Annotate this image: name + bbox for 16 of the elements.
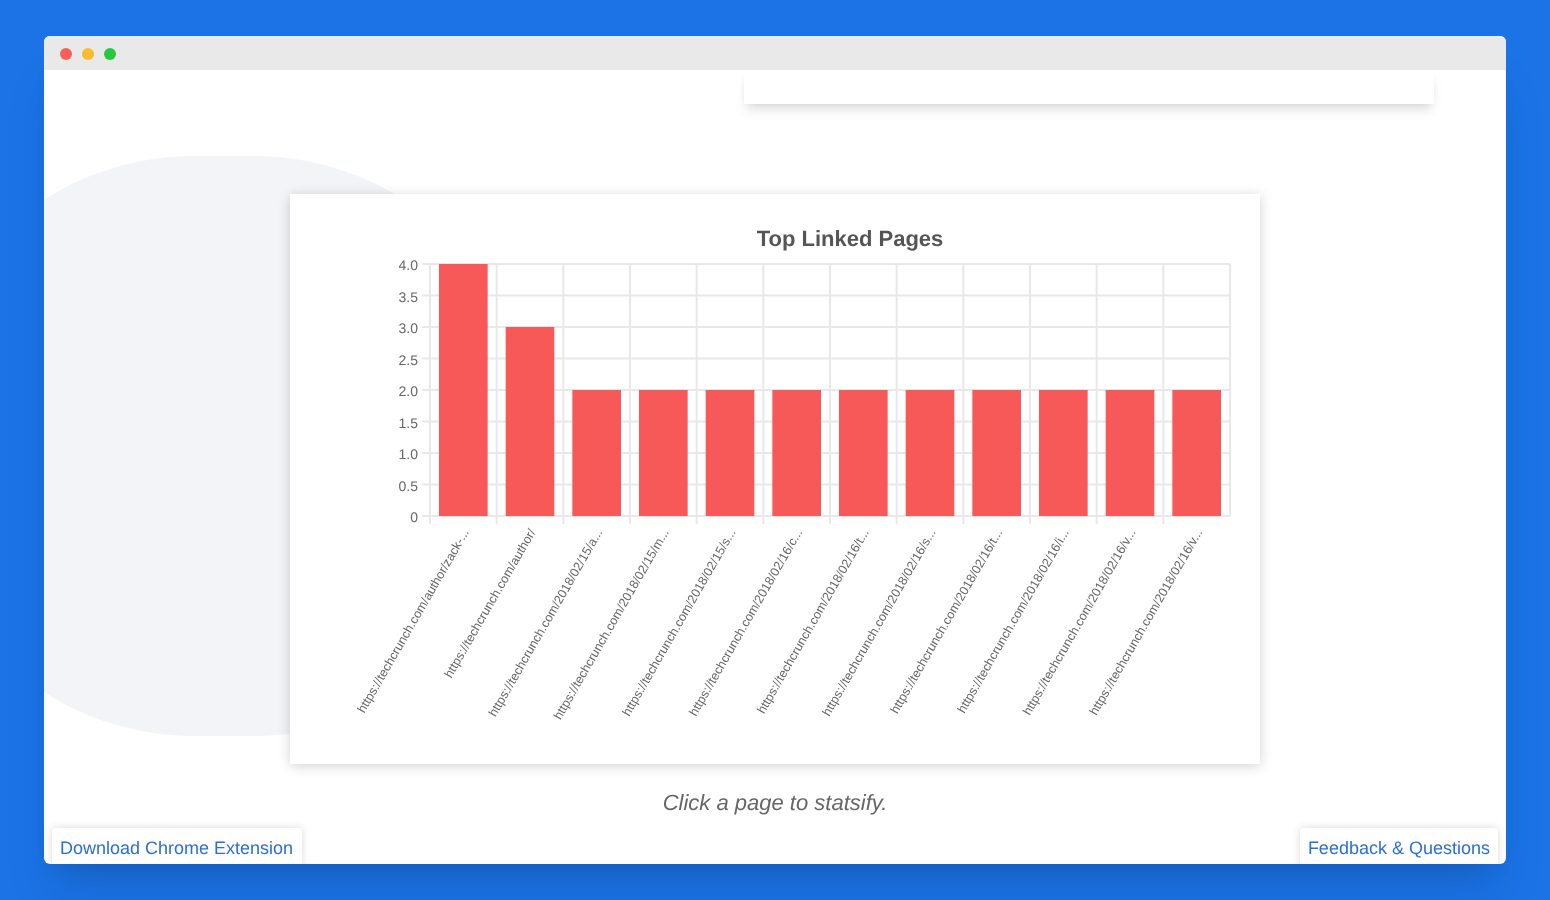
bar[interactable] — [972, 390, 1021, 516]
bar[interactable] — [839, 390, 888, 516]
bar[interactable] — [905, 390, 955, 516]
bar[interactable] — [1172, 390, 1221, 516]
bar[interactable] — [439, 264, 488, 516]
chart-title: Top Linked Pages — [756, 228, 944, 252]
caption: Click a page to statsify. — [662, 790, 888, 820]
bar[interactable] — [639, 390, 688, 516]
bar[interactable] — [505, 327, 555, 516]
bar[interactable] — [572, 390, 621, 516]
bar[interactable] — [1105, 390, 1155, 516]
bar[interactable] — [772, 390, 821, 516]
download-extension-link[interactable]: Download Chrome Extension — [52, 827, 302, 864]
bar[interactable] — [1039, 390, 1088, 516]
bar[interactable] — [705, 390, 755, 516]
feedback-link[interactable]: Feedback & Questions — [1299, 827, 1498, 864]
